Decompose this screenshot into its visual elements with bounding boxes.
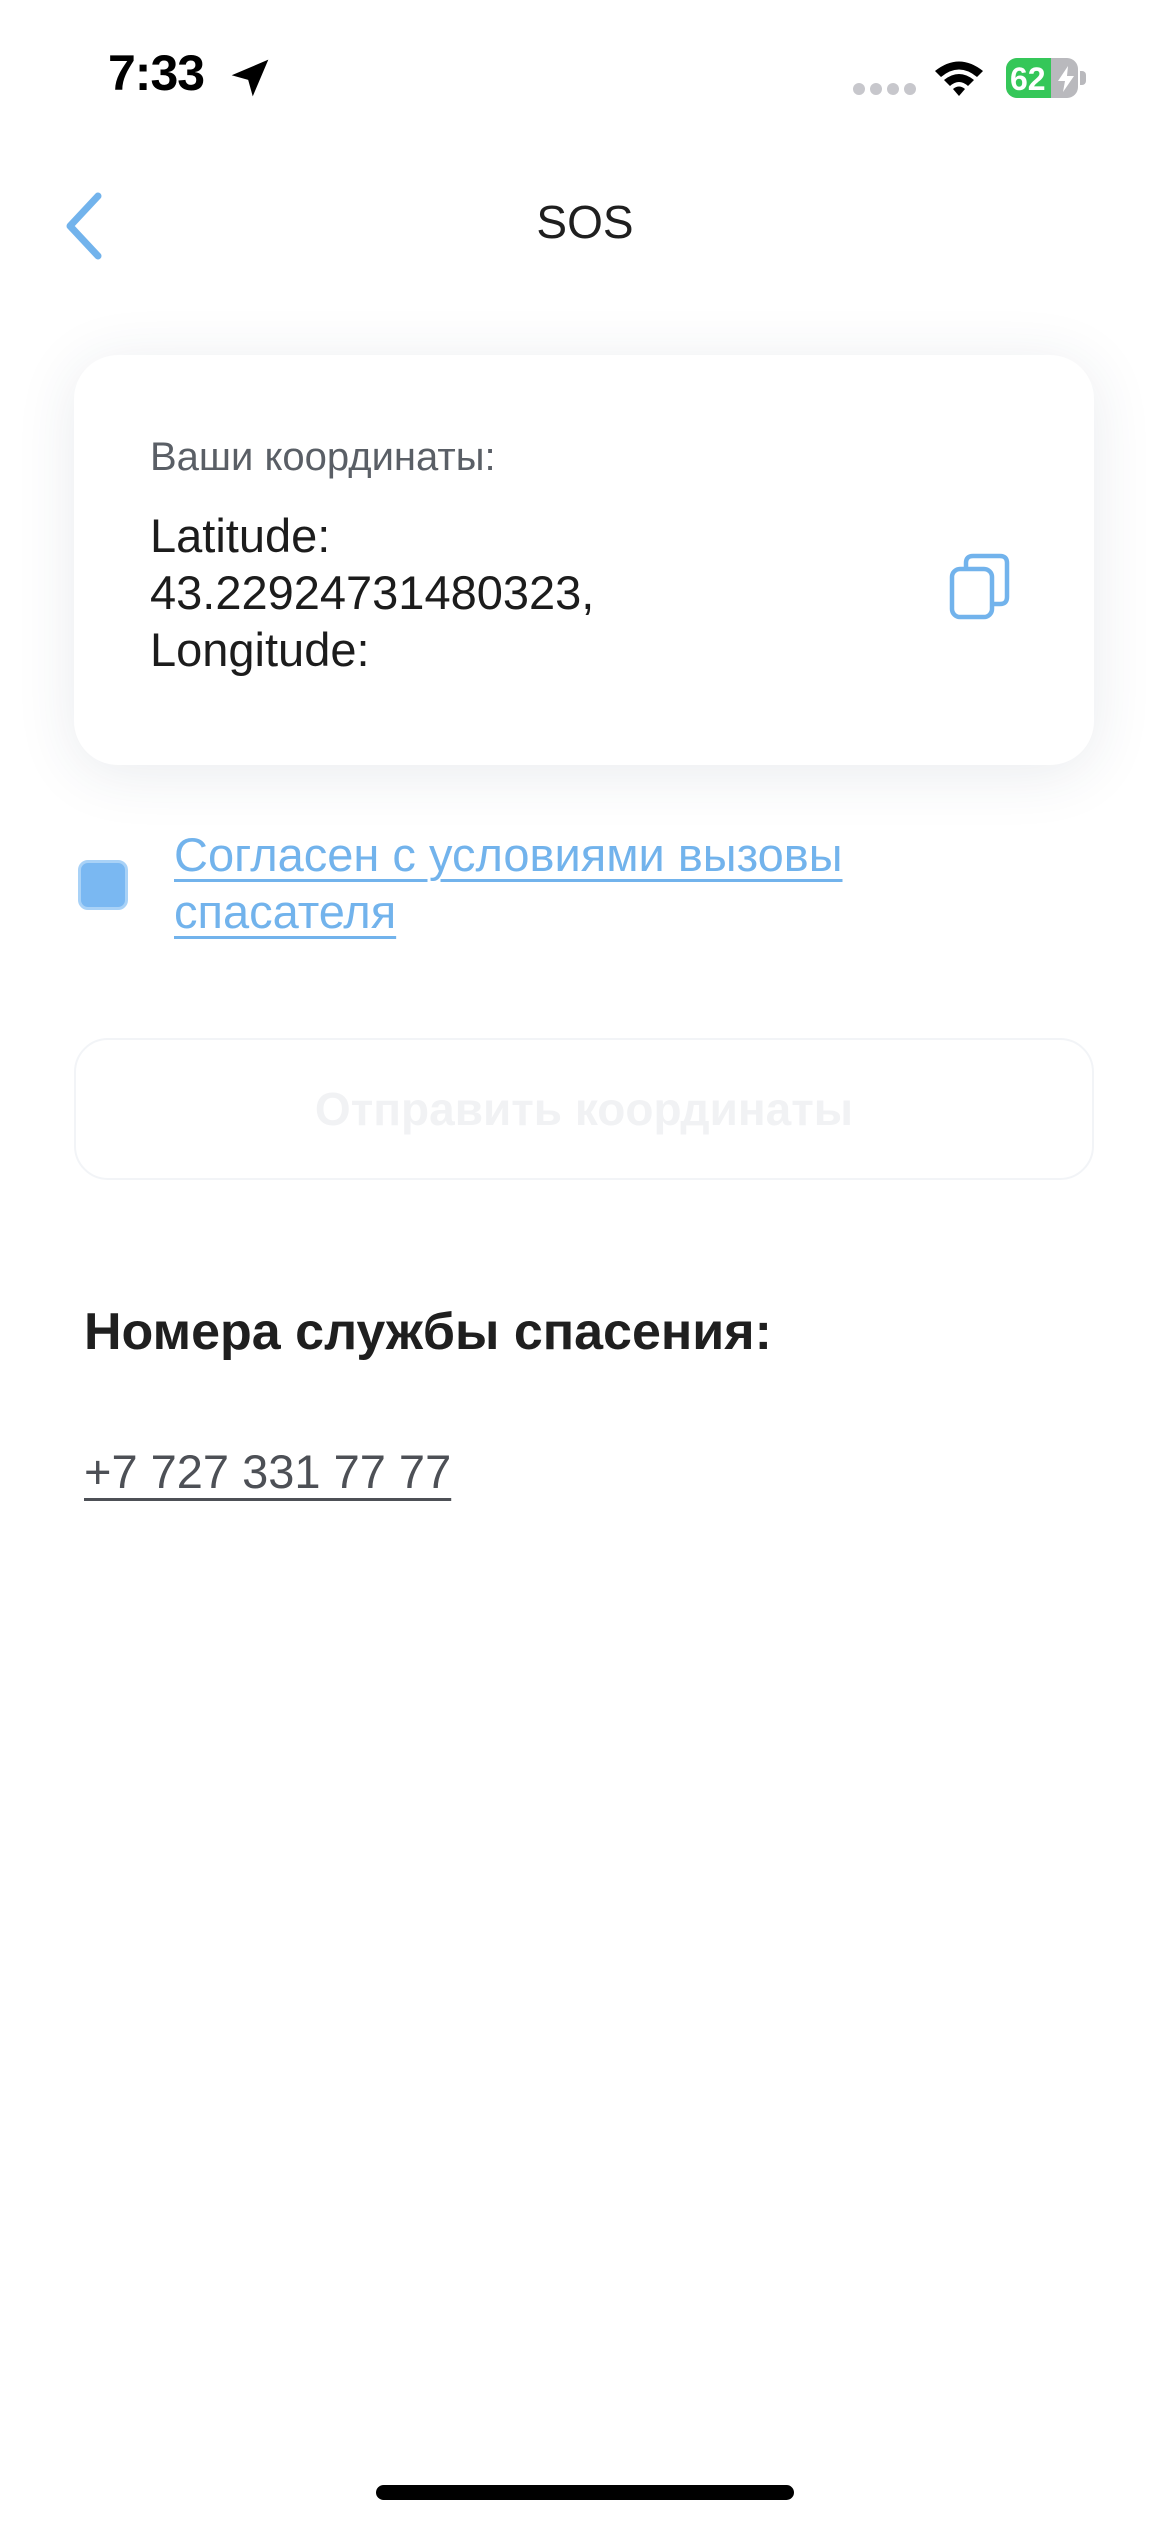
- coordinates-card: Ваши координаты: Latitude: 43.2292473148…: [74, 355, 1094, 765]
- charging-bolt-icon: [1058, 66, 1074, 92]
- status-time: 7:33: [108, 45, 205, 101]
- longitude-label: Longitude:: [150, 623, 370, 676]
- battery-icon: 62: [1006, 58, 1086, 98]
- rescue-phone-link[interactable]: +7 727 331 77 77: [84, 1444, 451, 1499]
- latitude-label: Latitude:: [150, 509, 331, 562]
- signal-dots-icon: [853, 83, 916, 95]
- copy-icon: [949, 553, 1010, 620]
- agree-checkbox[interactable]: [78, 860, 128, 910]
- latitude-value: 43.22924731480323,: [150, 566, 595, 619]
- wifi-icon: [935, 61, 983, 96]
- send-coordinates-button[interactable]: Отправить координаты: [74, 1038, 1094, 1180]
- copy-coordinates-button[interactable]: [948, 551, 1012, 623]
- rescue-numbers-heading: Номера службы спасения:: [84, 1303, 772, 1361]
- location-arrow-icon: [231, 59, 269, 97]
- home-indicator[interactable]: [376, 2485, 794, 2500]
- battery-cap: [1080, 71, 1086, 85]
- sos-screen: 7:33 62 SOS Ваши координаты: Latitude: 4…: [0, 0, 1170, 2532]
- coordinates-value: Latitude: 43.22924731480323, Longitude:: [150, 507, 790, 678]
- terms-link[interactable]: Согласен с условиями вызовы спасателя: [174, 826, 994, 940]
- coordinates-label: Ваши координаты:: [150, 435, 496, 479]
- battery-level-text: 62: [1010, 61, 1046, 97]
- page-title: SOS: [536, 196, 634, 248]
- send-coordinates-label: Отправить координаты: [314, 1083, 854, 1135]
